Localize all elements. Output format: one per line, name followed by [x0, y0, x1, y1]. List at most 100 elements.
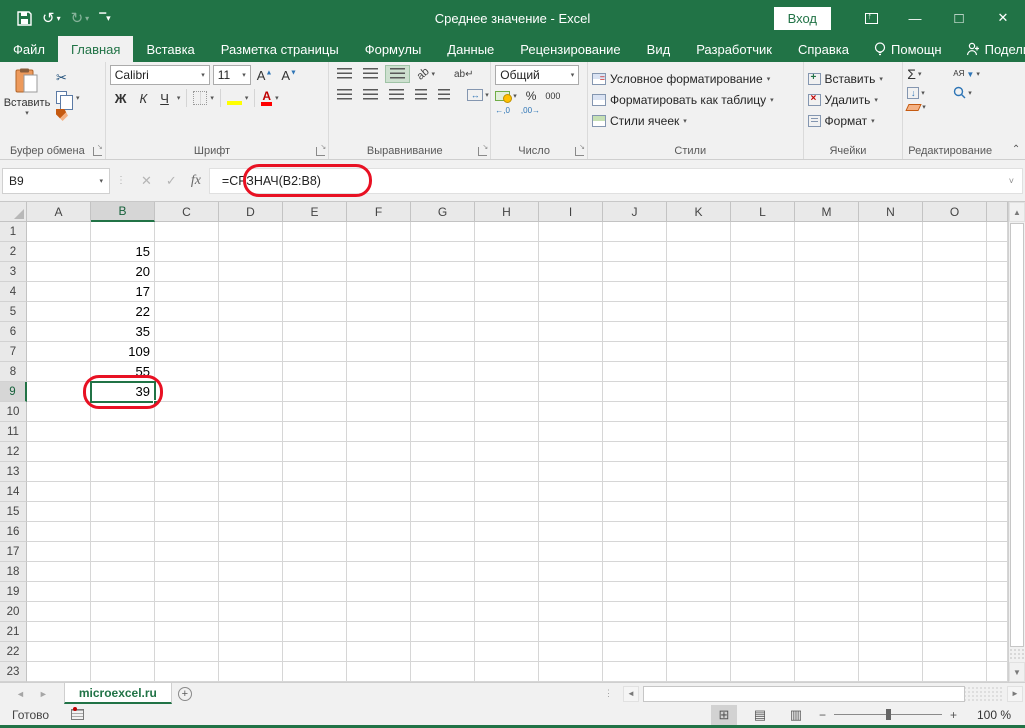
fill-color-icon[interactable] [227, 91, 242, 105]
cell-G11[interactable] [411, 422, 475, 442]
cell-A18[interactable] [27, 562, 91, 582]
cell-L9[interactable] [731, 382, 795, 402]
close-button[interactable]: ✕ [981, 0, 1025, 36]
fill-color-dropdown-icon[interactable]: ▾ [245, 94, 249, 102]
cell-J23[interactable] [603, 662, 667, 682]
cell-F2[interactable] [347, 242, 411, 262]
cell-I4[interactable] [539, 282, 603, 302]
cell-A16[interactable] [27, 522, 91, 542]
scroll-down-icon[interactable]: ▼ [1009, 662, 1025, 682]
cell-E16[interactable] [283, 522, 347, 542]
column-header-J[interactable]: J [603, 202, 667, 222]
column-header-L[interactable]: L [731, 202, 795, 222]
cell-L4[interactable] [731, 282, 795, 302]
cell-H10[interactable] [475, 402, 539, 422]
cell-O12[interactable] [923, 442, 987, 462]
share-button[interactable]: Поделиться [954, 36, 1025, 62]
cell-E20[interactable] [283, 602, 347, 622]
cell-B21[interactable] [91, 622, 155, 642]
clear-button[interactable]: ▾ [907, 103, 953, 111]
tab-help[interactable]: Справка [785, 36, 862, 62]
cell-M14[interactable] [795, 482, 859, 502]
cell-I15[interactable] [539, 502, 603, 522]
cell-A15[interactable] [27, 502, 91, 522]
cell-C12[interactable] [155, 442, 219, 462]
cell-D5[interactable] [219, 302, 283, 322]
cell-D16[interactable] [219, 522, 283, 542]
cell-N7[interactable] [859, 342, 923, 362]
cell-H5[interactable] [475, 302, 539, 322]
tab-scroll-splitter[interactable]: ⋮ [604, 688, 613, 699]
scroll-left-icon[interactable]: ◄ [623, 686, 639, 702]
page-layout-view-button[interactable]: ▤ [747, 705, 773, 725]
row-header-14[interactable]: 14 [0, 482, 27, 502]
cell-B11[interactable] [91, 422, 155, 442]
cell-J3[interactable] [603, 262, 667, 282]
cell-K4[interactable] [667, 282, 731, 302]
cell-C2[interactable] [155, 242, 219, 262]
cell-J7[interactable] [603, 342, 667, 362]
cell-O1[interactable] [923, 222, 987, 242]
cell-N15[interactable] [859, 502, 923, 522]
cell-F12[interactable] [347, 442, 411, 462]
bold-button[interactable]: Ж [110, 90, 132, 107]
row-header-16[interactable]: 16 [0, 522, 27, 542]
cell-O5[interactable] [923, 302, 987, 322]
name-box-dropdown-icon[interactable]: ▾ [99, 177, 103, 185]
cell-L2[interactable] [731, 242, 795, 262]
cell-A17[interactable] [27, 542, 91, 562]
cell-B19[interactable] [91, 582, 155, 602]
cell-E21[interactable] [283, 622, 347, 642]
tab-home[interactable]: Главная [58, 36, 133, 62]
tab-review[interactable]: Рецензирование [507, 36, 633, 62]
row-header-7[interactable]: 7 [0, 342, 27, 362]
cell-F10[interactable] [347, 402, 411, 422]
cell-B14[interactable] [91, 482, 155, 502]
sort-filter-button[interactable]: АЯ▼▾ [953, 66, 999, 82]
insert-function-icon[interactable]: fx [191, 173, 201, 189]
row-header-17[interactable]: 17 [0, 542, 27, 562]
fill-button[interactable]: ↓▾ [907, 86, 953, 99]
cell-D3[interactable] [219, 262, 283, 282]
cell-C23[interactable] [155, 662, 219, 682]
cell-J2[interactable] [603, 242, 667, 262]
cell-H8[interactable] [475, 362, 539, 382]
cell-M17[interactable] [795, 542, 859, 562]
minimize-button[interactable]: — [893, 0, 937, 36]
cell-K7[interactable] [667, 342, 731, 362]
cell-N19[interactable] [859, 582, 923, 602]
cell-J21[interactable] [603, 622, 667, 642]
cell-M7[interactable] [795, 342, 859, 362]
cell-L17[interactable] [731, 542, 795, 562]
cell-H6[interactable] [475, 322, 539, 342]
accounting-format-icon[interactable] [495, 91, 510, 101]
cell-K15[interactable] [667, 502, 731, 522]
cell-C3[interactable] [155, 262, 219, 282]
name-box[interactable]: B9 ▾ [2, 168, 110, 194]
borders-dropdown-icon[interactable]: ▾ [210, 94, 214, 102]
cell-M11[interactable] [795, 422, 859, 442]
cell-N13[interactable] [859, 462, 923, 482]
align-left-icon[interactable] [333, 87, 356, 103]
row-header-3[interactable]: 3 [0, 262, 27, 282]
cell-H21[interactable] [475, 622, 539, 642]
paste-button[interactable]: Вставить ▾ [4, 65, 50, 143]
cell-M16[interactable] [795, 522, 859, 542]
cell-J20[interactable] [603, 602, 667, 622]
conditional-formatting-button[interactable]: Условное форматирование▾ [592, 68, 801, 89]
cell-E1[interactable] [283, 222, 347, 242]
find-select-button[interactable]: ▾ [953, 86, 999, 99]
cell-A2[interactable] [27, 242, 91, 262]
cell-A6[interactable] [27, 322, 91, 342]
cell-H18[interactable] [475, 562, 539, 582]
cell-N1[interactable] [859, 222, 923, 242]
cell-L18[interactable] [731, 562, 795, 582]
cell-F15[interactable] [347, 502, 411, 522]
cell-G13[interactable] [411, 462, 475, 482]
vertical-scroll-thumb[interactable] [1010, 223, 1024, 647]
cell-O7[interactable] [923, 342, 987, 362]
cell-G10[interactable] [411, 402, 475, 422]
cell-I3[interactable] [539, 262, 603, 282]
cell-K14[interactable] [667, 482, 731, 502]
cell-D11[interactable] [219, 422, 283, 442]
